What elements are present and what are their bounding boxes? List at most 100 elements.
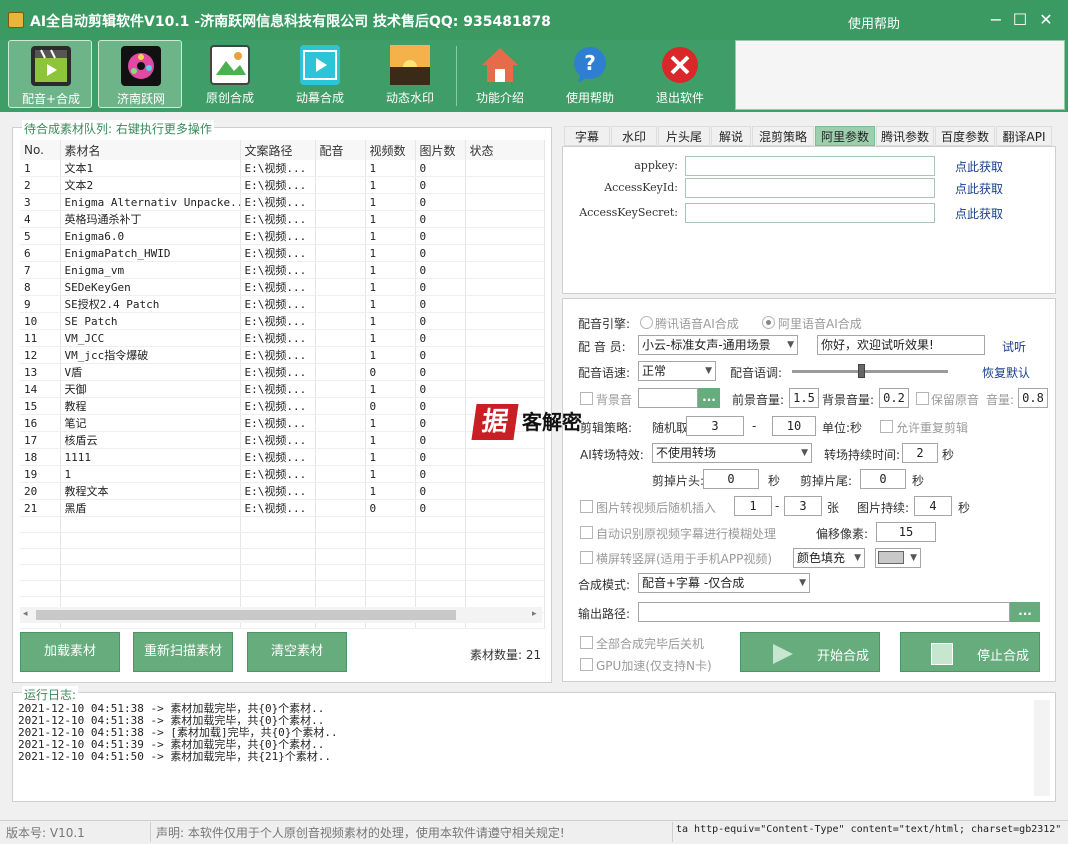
- bgm-browse-button[interactable]: ...: [698, 388, 720, 408]
- table-row[interactable]: 16 笔记 E:\视频... 1 0: [20, 414, 545, 432]
- tab-baidu-params[interactable]: 百度参数: [935, 126, 995, 146]
- allow-repeat-checkbox[interactable]: [880, 420, 893, 433]
- transition-duration-input[interactable]: 2: [902, 443, 938, 463]
- fill-color-picker[interactable]: ▼: [875, 548, 921, 568]
- offset-input[interactable]: 15: [876, 522, 936, 542]
- speed-select[interactable]: 正常 ▼: [638, 361, 716, 381]
- tab-intro-outro[interactable]: 片头尾: [658, 126, 710, 146]
- cut-tail-input[interactable]: 0: [860, 469, 906, 489]
- appkey-get-link[interactable]: 点此获取: [955, 158, 1003, 175]
- dynamic-watermark-button[interactable]: 动态水印: [368, 40, 452, 108]
- volume-input[interactable]: 0.8: [1018, 388, 1048, 408]
- image-min-input[interactable]: 1: [734, 496, 772, 516]
- table-row[interactable]: 18 1111 E:\视频... 1 0: [20, 448, 545, 466]
- keep-original-checkbox[interactable]: [916, 392, 929, 405]
- scroll-right-icon[interactable]: ▸: [532, 609, 537, 619]
- pitch-slider[interactable]: [792, 370, 948, 373]
- table-row[interactable]: 11 VM_JCC E:\视频... 1 0: [20, 329, 545, 347]
- original-compose-button[interactable]: 原创合成: [188, 40, 272, 108]
- help-menu[interactable]: 使用帮助: [848, 13, 900, 32]
- mode-select[interactable]: 配音+字幕 -仅合成 ▼: [638, 573, 810, 593]
- access-key-id-input[interactable]: [685, 178, 935, 198]
- table-row[interactable]: 4 英格玛通杀补丁 E:\视频... 1 0: [20, 210, 545, 228]
- blur-subtitle-checkbox[interactable]: [580, 526, 593, 539]
- scrollbar-thumb[interactable]: [36, 610, 456, 620]
- scroll-left-icon[interactable]: ◂: [23, 609, 28, 619]
- cut-min-input[interactable]: 3: [686, 416, 744, 436]
- output-browse-button[interactable]: ...: [1010, 602, 1040, 622]
- test-listen-link[interactable]: 试听: [1002, 338, 1026, 355]
- access-key-secret-get-link[interactable]: 点此获取: [955, 205, 1003, 222]
- exit-button[interactable]: 退出软件: [638, 40, 722, 108]
- tab-watermark[interactable]: 水印: [611, 126, 657, 146]
- column-header[interactable]: 配音: [315, 140, 366, 160]
- shutdown-checkbox[interactable]: [580, 636, 593, 649]
- empty-table-row[interactable]: [20, 580, 545, 597]
- table-row[interactable]: 2 文本2 E:\视频... 1 0: [20, 176, 545, 194]
- table-row[interactable]: 12 VM_jcc指令爆破 E:\视频... 1 0: [20, 346, 545, 364]
- image-max-input[interactable]: 3: [784, 496, 822, 516]
- tab-ali-params[interactable]: 阿里参数: [815, 126, 875, 146]
- minimize-icon[interactable]: −: [986, 10, 1006, 30]
- table-row[interactable]: 19 1 E:\视频... 1 0: [20, 465, 545, 483]
- maximize-icon[interactable]: ☐: [1010, 10, 1030, 30]
- table-row[interactable]: 1 文本1 E:\视频... 1 0: [20, 160, 545, 177]
- rescan-material-button[interactable]: 重新扫描素材: [133, 632, 233, 672]
- gpu-checkbox[interactable]: [580, 658, 593, 671]
- table-row[interactable]: 8 SEDeKeyGen E:\视频... 1 0: [20, 278, 545, 296]
- clear-material-button[interactable]: 清空素材: [247, 632, 347, 672]
- table-row[interactable]: 9 SE授权2.4 Patch E:\视频... 1 0: [20, 295, 545, 313]
- tab-subtitle[interactable]: 字幕: [564, 126, 610, 146]
- start-compose-button[interactable]: 开始合成: [740, 632, 880, 672]
- close-icon[interactable]: ✕: [1036, 10, 1056, 30]
- column-header[interactable]: 素材名: [60, 140, 241, 160]
- jinan-yuewang-button[interactable]: 济南跃网: [98, 40, 182, 108]
- tab-mix-strategy[interactable]: 混剪策略: [752, 126, 814, 146]
- material-table[interactable]: No. 素材名 文案路径 配音 视频数 图片数 状态 1 文本1 E:\视频... 1…: [20, 140, 545, 629]
- column-header[interactable]: 文案路径: [240, 140, 316, 160]
- tab-narration[interactable]: 解说: [711, 126, 751, 146]
- output-path-input[interactable]: [638, 602, 1010, 622]
- voice-select[interactable]: 小云-标准女声-通用场景 ▼: [638, 335, 798, 355]
- empty-table-row[interactable]: [20, 548, 545, 565]
- table-row[interactable]: 5 Enigma6.0 E:\视频... 1 0: [20, 227, 545, 245]
- restore-default-link[interactable]: 恢复默认: [982, 364, 1030, 381]
- image-duration-input[interactable]: 4: [914, 496, 952, 516]
- table-row[interactable]: 10 SE Patch E:\视频... 1 0: [20, 312, 545, 330]
- table-row[interactable]: 17 核盾云 E:\视频... 1 0: [20, 431, 545, 449]
- pitch-slider-thumb[interactable]: [858, 364, 866, 378]
- bgm-input[interactable]: [638, 388, 698, 408]
- table-row[interactable]: 3 Enigma Alternativ Unpacke... E:\视频... 1 0: [20, 193, 545, 211]
- table-row[interactable]: 21 黑盾 E:\视频... 0 0: [20, 499, 545, 517]
- table-row[interactable]: 14 天御 E:\视频... 1 0: [20, 380, 545, 398]
- column-header[interactable]: 图片数: [415, 140, 466, 160]
- features-button[interactable]: 功能介绍: [458, 40, 542, 108]
- table-row[interactable]: 20 教程文本 E:\视频... 1 0: [20, 482, 545, 500]
- empty-table-row[interactable]: [20, 564, 545, 581]
- access-key-id-get-link[interactable]: 点此获取: [955, 180, 1003, 197]
- vertical-convert-checkbox[interactable]: [580, 551, 593, 564]
- tencent-engine-radio[interactable]: [640, 316, 653, 329]
- appkey-input[interactable]: [685, 156, 935, 176]
- fill-mode-select[interactable]: 颜色填充 ▼: [793, 548, 865, 568]
- table-row[interactable]: 6 EnigmaPatch_HWID E:\视频... 1 0: [20, 244, 545, 262]
- image-insert-checkbox[interactable]: [580, 500, 593, 513]
- fg-volume-input[interactable]: 1.5: [789, 388, 819, 408]
- access-key-secret-input[interactable]: [685, 203, 935, 223]
- empty-table-row[interactable]: [20, 516, 545, 533]
- table-row[interactable]: 15 教程 E:\视频... 0 0: [20, 397, 545, 415]
- dub-compose-button[interactable]: 配音+合成: [8, 40, 92, 108]
- transition-select[interactable]: 不使用转场 ▼: [652, 443, 812, 463]
- cut-max-input[interactable]: 10: [772, 416, 816, 436]
- column-header[interactable]: 视频数: [365, 140, 416, 160]
- motion-compose-button[interactable]: 动幕合成: [278, 40, 362, 108]
- bg-volume-input[interactable]: 0.2: [879, 388, 909, 408]
- table-row[interactable]: 13 V盾 E:\视频... 0 0: [20, 363, 545, 381]
- log-scrollbar[interactable]: [1034, 700, 1050, 796]
- stop-compose-button[interactable]: 停止合成: [900, 632, 1040, 672]
- empty-table-row[interactable]: [20, 532, 545, 549]
- column-header[interactable]: 状态: [465, 140, 545, 160]
- ali-engine-radio[interactable]: [762, 316, 775, 329]
- help-button[interactable]: ? 使用帮助: [548, 40, 632, 108]
- tab-tencent-params[interactable]: 腾讯参数: [876, 126, 934, 146]
